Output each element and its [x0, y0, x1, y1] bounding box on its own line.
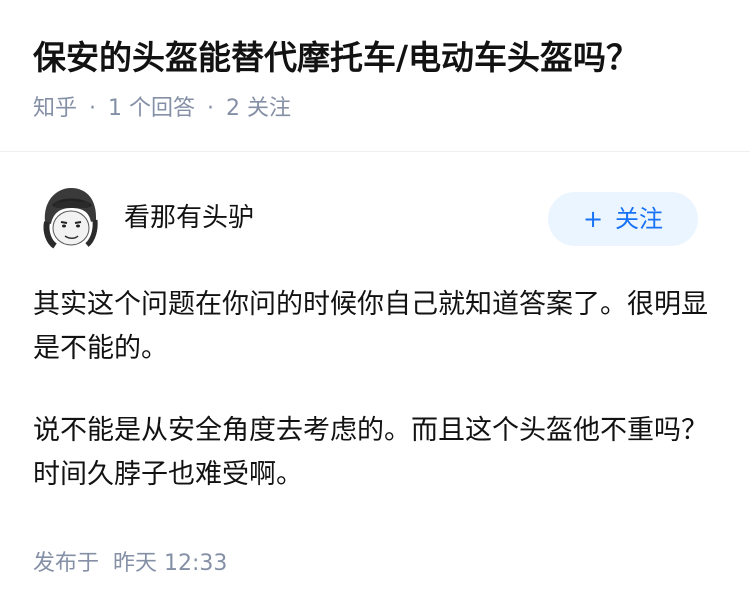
separator-dot: · — [207, 96, 215, 121]
plus-icon: + — [582, 205, 604, 233]
follow-button-label: 关注 — [615, 205, 664, 233]
question-meta: 知乎 · 1 个回答 · 2 关注 — [33, 94, 291, 124]
answer-content: 其实这个问题在你问的时候你自己就知道答案了。很明显是不能的。 说不能是从安全角度… — [33, 283, 723, 497]
question-title[interactable]: 保安的头盔能替代摩托车/电动车头盔吗？ — [33, 36, 639, 80]
author-name[interactable]: 看那有头驴 — [124, 200, 254, 236]
follower-count[interactable]: 2 关注 — [226, 96, 291, 121]
separator-dot: · — [89, 96, 97, 121]
follow-button[interactable]: + 关注 — [548, 192, 698, 246]
question-header: 保安的头盔能替代摩托车/电动车头盔吗？ 知乎 · 1 个回答 · 2 关注 — [0, 0, 750, 151]
publish-info: 发布于 昨天 12:33 — [33, 549, 227, 579]
avatar[interactable] — [33, 182, 105, 254]
source-label[interactable]: 知乎 — [33, 96, 77, 121]
answer-paragraph: 说不能是从安全角度去考虑的。而且这个头盔他不重吗？时间久脖子也难受啊。 — [33, 415, 708, 490]
answer-count[interactable]: 1 个回答 — [108, 96, 195, 121]
publish-time: 昨天 12:33 — [113, 551, 228, 576]
answer-paragraph: 其实这个问题在你问的时候你自己就知道答案了。很明显是不能的。 — [33, 289, 708, 364]
publish-label: 发布于 — [33, 551, 100, 576]
